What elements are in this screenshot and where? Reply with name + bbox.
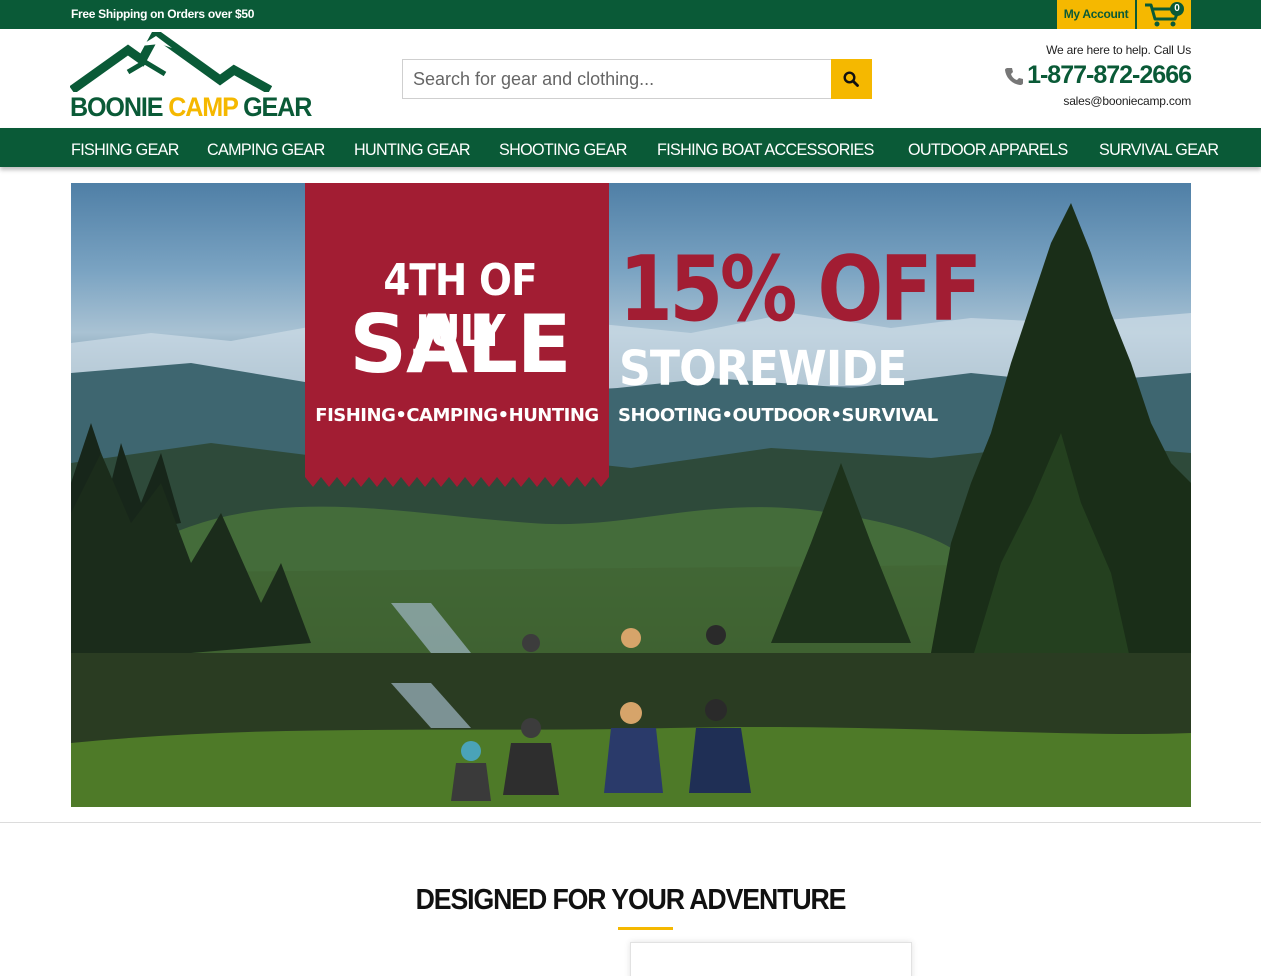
top-bar: Free Shipping on Orders over $50 My Acco… bbox=[0, 0, 1261, 29]
email-link[interactable]: sales@booniecamp.com bbox=[1005, 94, 1191, 108]
search-button[interactable] bbox=[831, 59, 872, 99]
nav-item-fishing-gear[interactable]: FISHING GEAR bbox=[71, 128, 179, 167]
nav-item-outdoor-apparels[interactable]: OUTDOOR APPARELS bbox=[908, 128, 1068, 167]
nav-item-hunting-gear[interactable]: HUNTING GEAR bbox=[354, 128, 471, 167]
nav-item-camping-gear[interactable]: CAMPING GEAR bbox=[207, 128, 325, 167]
search-input[interactable] bbox=[403, 60, 831, 98]
search-bar bbox=[402, 59, 872, 99]
hero-storewide: STOREWIDE bbox=[619, 341, 907, 397]
section-divider bbox=[0, 822, 1261, 823]
hero-banner[interactable]: 4TH OF JULY SALE FISHING•CAMPING•HUNTING… bbox=[71, 183, 1191, 807]
site-header: BOONIE CAMP GEAR We are here to help. Ca… bbox=[0, 27, 1261, 128]
contact-block: We are here to help. Call Us 1-877-872-2… bbox=[1005, 43, 1192, 108]
section-title: DESIGNED FOR YOUR ADVENTURE bbox=[415, 884, 847, 916]
mountain-logo-icon bbox=[69, 27, 273, 94]
hero-line-sale: SALE bbox=[349, 298, 571, 391]
site-logo[interactable]: BOONIE CAMP GEAR bbox=[69, 27, 312, 124]
hero-discount: 15% OFF bbox=[619, 237, 982, 342]
logo-word-gear: GEAR bbox=[243, 92, 312, 122]
logo-wordmark: BOONIE CAMP GEAR bbox=[70, 92, 312, 123]
phone-number-text: 1-877-872-2666 bbox=[1027, 61, 1192, 89]
cart-count-badge: 0 bbox=[1170, 2, 1184, 16]
section-title-underline bbox=[618, 927, 673, 930]
cart-button[interactable]: 0 bbox=[1137, 0, 1191, 29]
logo-word-boonie: BOONIE bbox=[70, 92, 163, 122]
hero-line-categories-1: FISHING•CAMPING•HUNTING bbox=[315, 405, 599, 426]
phone-number[interactable]: 1-877-872-2666 bbox=[1005, 61, 1192, 90]
search-icon bbox=[843, 71, 859, 87]
my-account-link[interactable]: My Account bbox=[1057, 0, 1135, 29]
nav-item-fishing-boat-accessories[interactable]: FISHING BOAT ACCESSORIES bbox=[657, 128, 874, 167]
help-text: We are here to help. Call Us bbox=[1046, 43, 1191, 57]
nav-item-shooting-gear[interactable]: SHOOTING GEAR bbox=[499, 128, 627, 167]
feature-card[interactable] bbox=[630, 942, 912, 976]
hero-line-categories-2: SHOOTING•OUTDOOR•SURVIVAL bbox=[618, 405, 938, 426]
ribbon-zigzag-edge bbox=[305, 473, 609, 487]
phone-icon bbox=[1005, 68, 1024, 85]
nav-item-survival-gear[interactable]: SURVIVAL GEAR bbox=[1099, 128, 1219, 167]
logo-word-camp: CAMP bbox=[168, 92, 238, 122]
main-nav: FISHING GEAR CAMPING GEAR HUNTING GEAR S… bbox=[0, 128, 1261, 167]
nav-menu: FISHING GEAR CAMPING GEAR HUNTING GEAR S… bbox=[71, 128, 1248, 167]
free-shipping-text: Free Shipping on Orders over $50 bbox=[71, 7, 255, 21]
